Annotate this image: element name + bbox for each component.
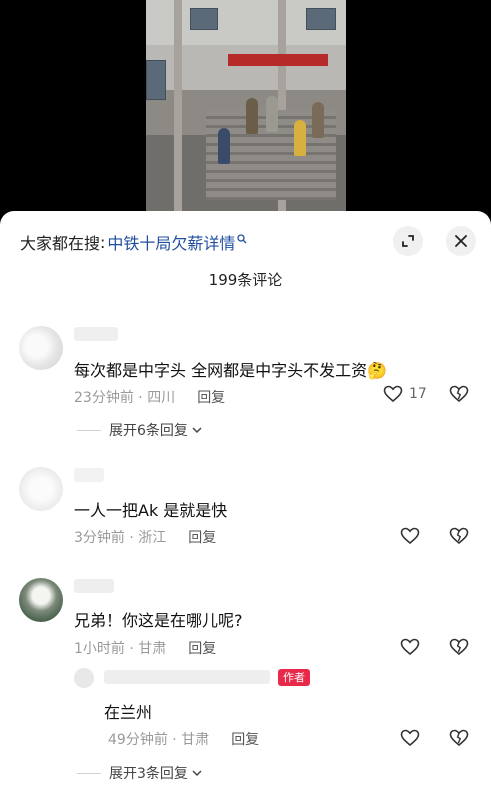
comment-time: 1小时前 bbox=[74, 641, 125, 657]
like-button[interactable] bbox=[400, 729, 420, 747]
comment-sheet: 大家都在搜 : 中铁十局欠薪详情 199条评论 每次都是中字头 全网都是中字头不… bbox=[0, 211, 491, 800]
username-blurred[interactable] bbox=[74, 579, 114, 593]
comment-time-location: 23分钟前 · 四川 bbox=[74, 390, 176, 406]
video-frame[interactable] bbox=[146, 0, 346, 225]
search-prefix: 大家都在搜 bbox=[20, 234, 101, 253]
expand-replies-button[interactable]: 展开6条回复 bbox=[77, 420, 202, 440]
person bbox=[266, 96, 278, 132]
reply-button[interactable]: 回复 bbox=[231, 729, 259, 749]
dislike-button[interactable] bbox=[449, 527, 469, 549]
username-blurred[interactable] bbox=[74, 468, 104, 482]
comment-item: 每次都是中字头 全网都是中字头不发工资🤔 23分钟前 · 四川 回复 17 展开… bbox=[0, 323, 491, 443]
building-window bbox=[306, 8, 336, 30]
comment-location: 浙江 bbox=[138, 530, 167, 546]
avatar[interactable] bbox=[19, 467, 63, 511]
heart-icon bbox=[400, 638, 420, 656]
comment-text: 一人一把Ak 是就是快 bbox=[74, 501, 228, 520]
heart-icon bbox=[383, 385, 403, 403]
avatar[interactable] bbox=[19, 326, 63, 370]
chevron-down-icon bbox=[192, 767, 202, 780]
comment-count-title: 199条评论 bbox=[208, 271, 283, 289]
broken-heart-icon bbox=[449, 638, 469, 656]
comment-time: 3分钟前 bbox=[74, 530, 125, 546]
comment-text: 在兰州 bbox=[104, 703, 153, 722]
search-colon: : bbox=[100, 232, 106, 252]
comment-location: 甘肃 bbox=[181, 732, 210, 748]
username-blurred[interactable] bbox=[104, 670, 270, 684]
comment-item: 一人一把Ak 是就是快 3分钟前 · 浙江 回复 bbox=[0, 464, 491, 554]
comment-meta: 1小时前 · 甘肃 回复 bbox=[74, 638, 216, 658]
comment-location: 甘肃 bbox=[138, 641, 167, 657]
pillar bbox=[174, 0, 182, 225]
dislike-button[interactable] bbox=[449, 385, 469, 407]
expand-icon bbox=[402, 235, 414, 247]
search-term-link[interactable]: 中铁十局欠薪详情 bbox=[107, 230, 235, 254]
close-button[interactable] bbox=[446, 226, 476, 256]
chevron-down-icon bbox=[192, 424, 202, 437]
close-icon bbox=[455, 235, 467, 247]
person bbox=[246, 98, 258, 134]
building-window bbox=[146, 60, 166, 100]
expand-replies-label: 展开3条回复 bbox=[109, 766, 188, 782]
comment-text-body: 每次都是中字头 全网都是中字头不发工资 bbox=[74, 361, 368, 380]
broken-heart-icon bbox=[449, 729, 469, 747]
dislike-button[interactable] bbox=[449, 638, 469, 660]
comment-time-location: 1小时前 · 甘肃 bbox=[74, 641, 167, 657]
red-banner bbox=[228, 54, 328, 66]
comment-time: 23分钟前 bbox=[74, 390, 134, 406]
comment-meta: 3分钟前 · 浙江 回复 bbox=[74, 527, 216, 547]
author-badge: 作者 bbox=[278, 669, 310, 686]
divider bbox=[77, 429, 101, 431]
reply-button[interactable]: 回复 bbox=[188, 527, 216, 547]
broken-heart-icon bbox=[449, 385, 469, 403]
comment-time-location: 3分钟前 · 浙江 bbox=[74, 530, 167, 546]
person bbox=[294, 120, 306, 156]
person bbox=[312, 102, 324, 138]
person bbox=[218, 128, 230, 164]
username-blurred[interactable] bbox=[74, 327, 118, 341]
reply-button[interactable]: 回复 bbox=[197, 387, 225, 407]
video-area[interactable] bbox=[0, 0, 491, 225]
fullscreen-button[interactable] bbox=[393, 226, 423, 256]
comment-item: 兄弟！你这是在哪儿呢? 1小时前 · 甘肃 回复 作者 在兰州 49分钟前 · … bbox=[0, 575, 491, 795]
heart-icon bbox=[400, 729, 420, 747]
comment-text: 兄弟！你这是在哪儿呢? bbox=[74, 611, 243, 630]
reply-button[interactable]: 回复 bbox=[188, 638, 216, 658]
like-button[interactable] bbox=[400, 527, 426, 545]
thinking-emoji-icon: 🤔 bbox=[367, 361, 388, 380]
search-suggestion[interactable]: 大家都在搜 : 中铁十局欠薪详情 bbox=[20, 230, 247, 254]
comment-time-location: 49分钟前 · 甘肃 bbox=[108, 732, 210, 748]
avatar[interactable] bbox=[74, 668, 94, 688]
search-icon bbox=[237, 233, 247, 247]
building-window bbox=[190, 8, 218, 30]
heart-icon bbox=[400, 527, 420, 545]
expand-replies-label: 展开6条回复 bbox=[109, 423, 188, 439]
dislike-button[interactable] bbox=[449, 729, 469, 751]
avatar[interactable] bbox=[19, 578, 63, 622]
comment-time: 49分钟前 bbox=[108, 732, 168, 748]
comment-meta: 23分钟前 · 四川 回复 bbox=[74, 387, 225, 407]
broken-heart-icon bbox=[449, 527, 469, 545]
comment-meta: 49分钟前 · 甘肃 回复 bbox=[108, 729, 259, 749]
expand-replies-button[interactable]: 展开3条回复 bbox=[77, 763, 202, 783]
like-button[interactable]: 17 bbox=[383, 385, 427, 403]
like-count: 17 bbox=[409, 386, 427, 402]
divider bbox=[77, 772, 101, 774]
comment-location: 四川 bbox=[147, 390, 176, 406]
comment-text: 每次都是中字头 全网都是中字头不发工资🤔 bbox=[74, 357, 387, 381]
like-button[interactable] bbox=[400, 638, 426, 656]
